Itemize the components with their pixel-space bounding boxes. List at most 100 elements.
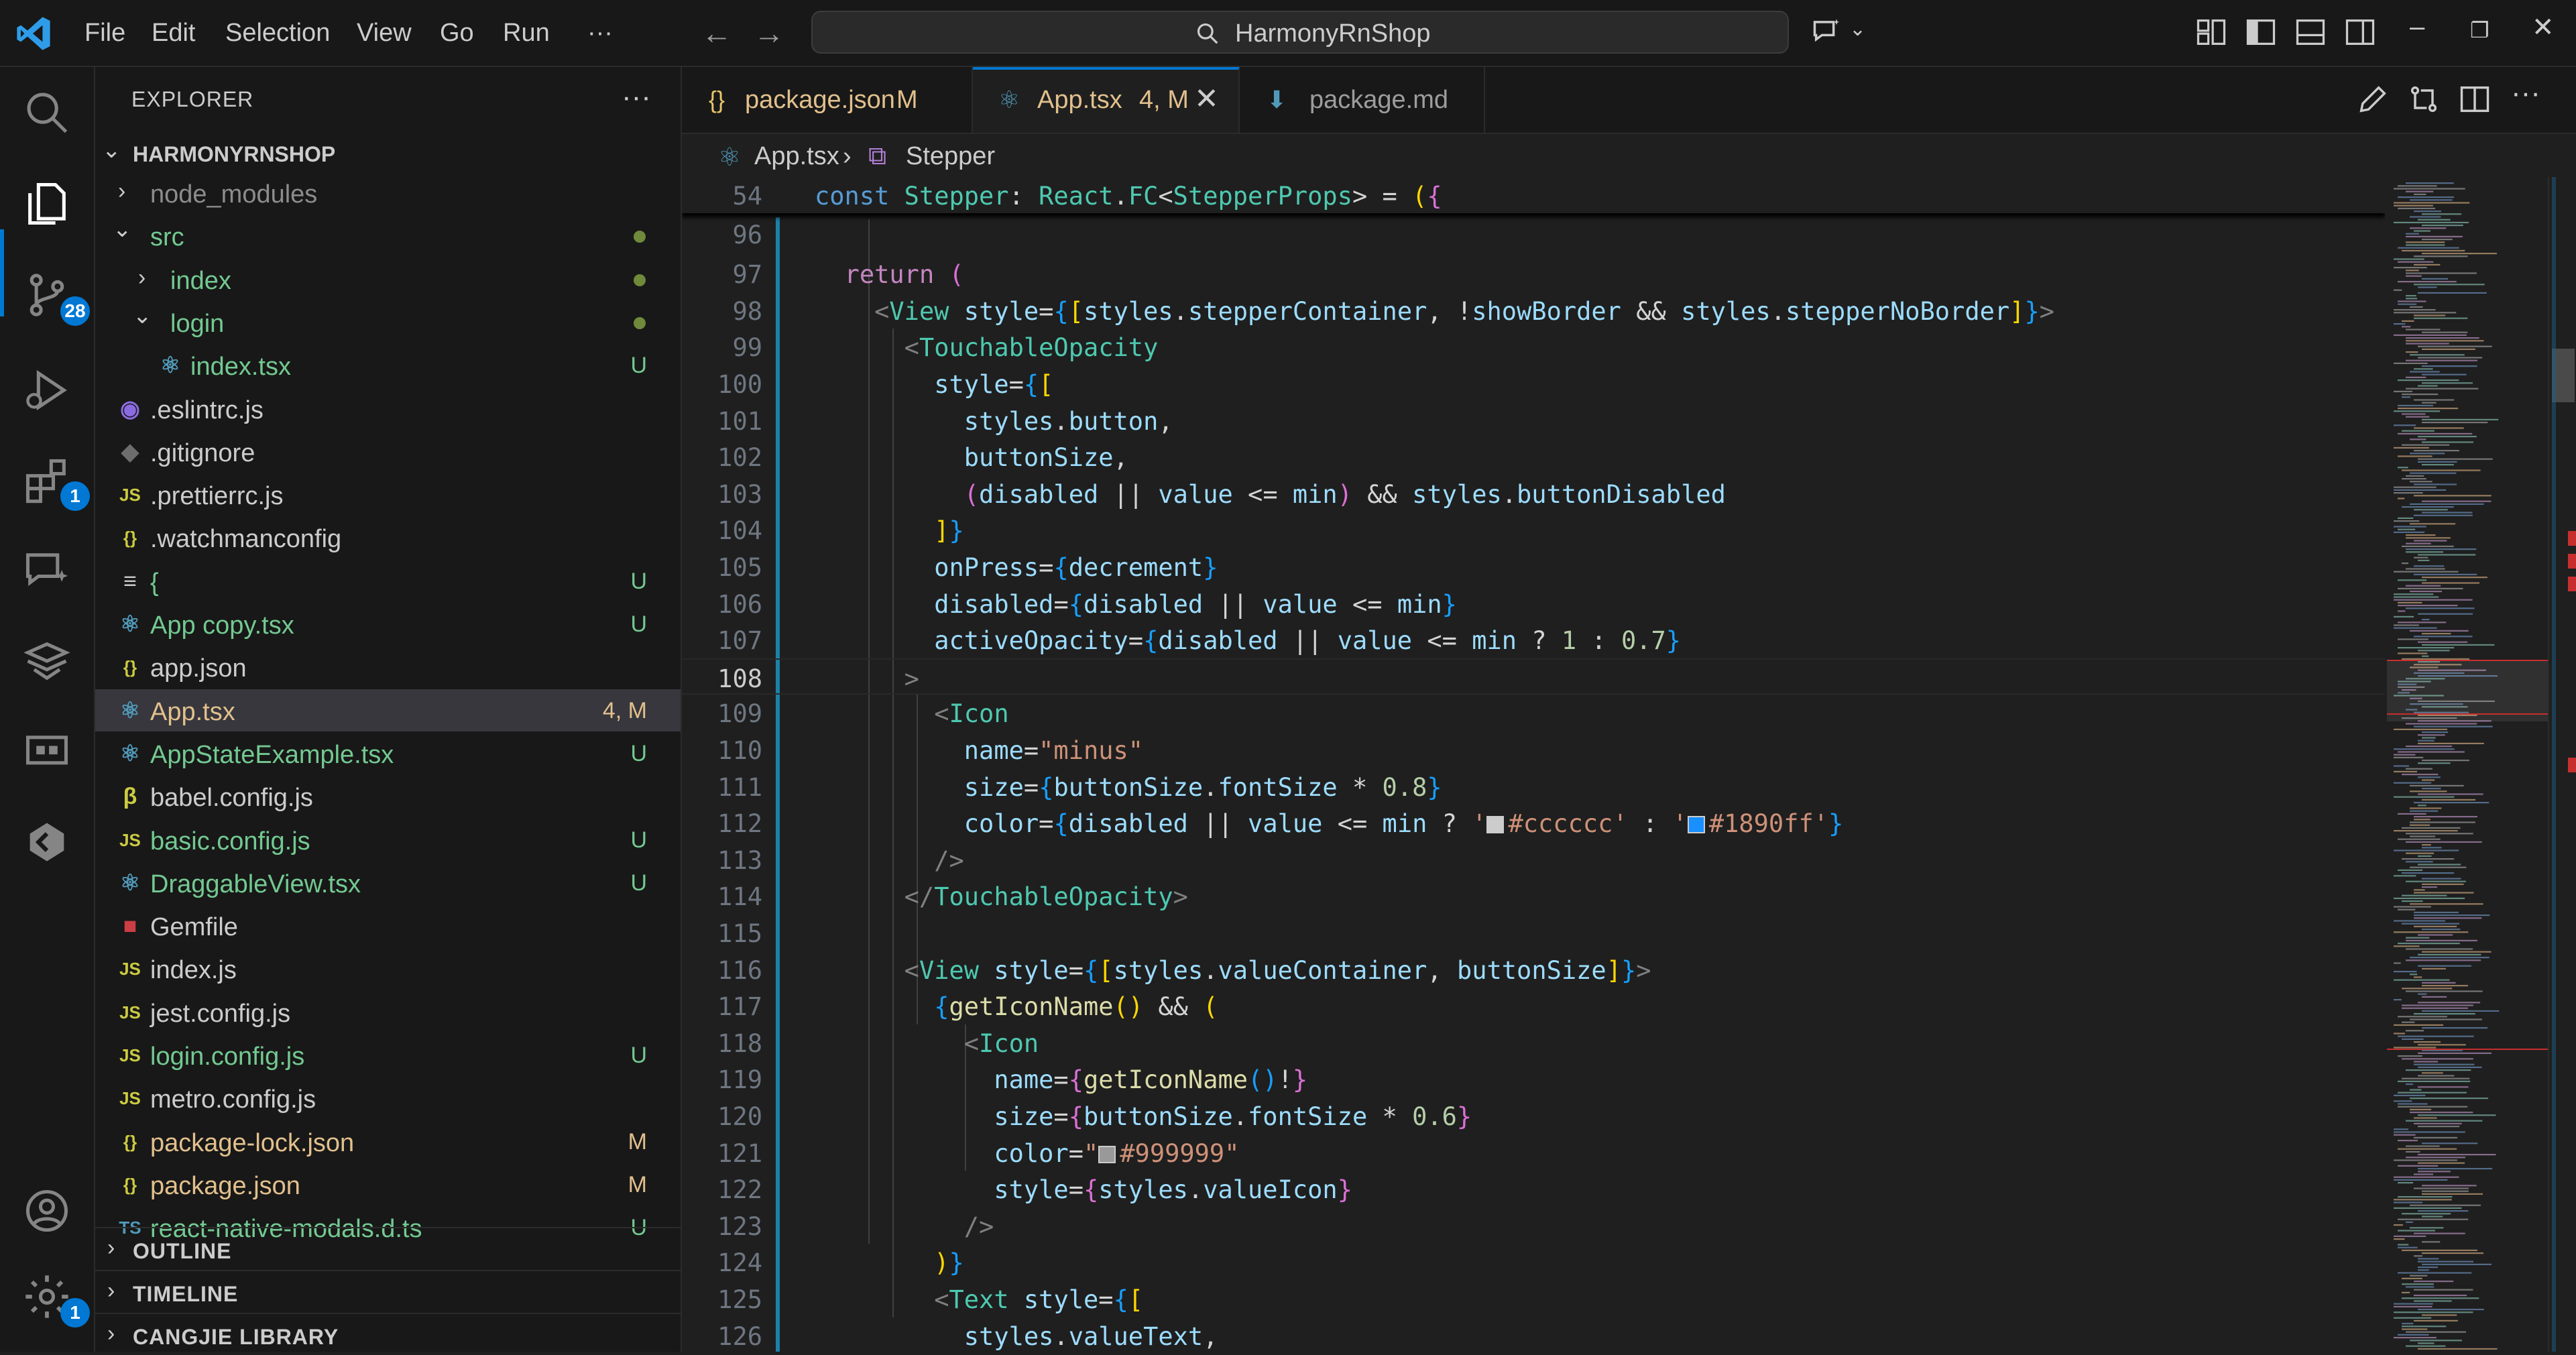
code-line[interactable]: 121 color=" #999999": [682, 1134, 2385, 1171]
vertical-scrollbar[interactable]: [2548, 177, 2576, 1352]
tree-folder[interactable]: ⌄ login: [95, 301, 681, 343]
outline-section[interactable]: › OUTLINE: [95, 1227, 681, 1271]
cangjie-icon[interactable]: [21, 817, 72, 868]
toggle-panel-icon[interactable]: [2293, 15, 2328, 50]
workspace-root[interactable]: ⌄ HARMONYRNSHOP: [95, 134, 681, 172]
code-line[interactable]: 104 ]}: [682, 512, 2385, 548]
menu-run[interactable]: Run: [503, 19, 550, 48]
minimap-viewport[interactable]: [2387, 660, 2548, 721]
code-line[interactable]: 122 style={styles.valueIcon}: [682, 1171, 2385, 1207]
tab-package-md[interactable]: ⬇ package.md: [1240, 67, 1485, 133]
tree-file[interactable]: ⚛ App.tsx 4, M: [95, 689, 681, 731]
code-line[interactable]: 101 styles.button,: [682, 402, 2385, 438]
close-tab-icon[interactable]: ✕: [1194, 82, 1219, 116]
harmony-devtools-icon[interactable]: [21, 636, 72, 687]
menu-more[interactable]: ···: [587, 19, 613, 48]
tree-file[interactable]: JS jest.config.js: [95, 991, 681, 1033]
code-line[interactable]: 97 return (: [682, 255, 2385, 292]
run-debug-icon[interactable]: [21, 365, 72, 416]
code-line[interactable]: 99 <TouchableOpacity: [682, 329, 2385, 365]
menu-go[interactable]: Go: [440, 19, 474, 48]
minimap[interactable]: [2387, 177, 2548, 1352]
tree-file[interactable]: β babel.config.js: [95, 775, 681, 817]
split-editor-icon[interactable]: [2457, 82, 2492, 117]
tree-file[interactable]: {} package.json M: [95, 1163, 681, 1205]
code-line[interactable]: 116 <View style={[styles.valueContainer,…: [682, 951, 2385, 988]
code-line[interactable]: 111 size={buttonSize.fontSize * 0.8}: [682, 768, 2385, 805]
code-line[interactable]: 103 (disabled || value <= min) && styles…: [682, 475, 2385, 512]
more-editor-actions-icon[interactable]: ···: [2511, 76, 2546, 111]
remote-explorer-icon[interactable]: [21, 727, 72, 778]
explorer-files-icon[interactable]: [21, 178, 72, 229]
edit-pencil-icon[interactable]: [2355, 82, 2390, 117]
menu-edit[interactable]: Edit: [152, 19, 195, 48]
extensions-icon[interactable]: 1: [21, 455, 90, 511]
breadcrumb-symbol[interactable]: Stepper: [906, 142, 995, 171]
account-icon[interactable]: [21, 1185, 72, 1236]
code-line[interactable]: 120 size={buttonSize.fontSize * 0.6}: [682, 1098, 2385, 1134]
tree-folder[interactable]: ⌄ src: [95, 215, 681, 257]
cangjie-library-section[interactable]: › CANGJIE LIBRARY: [95, 1313, 681, 1352]
menu-view[interactable]: View: [357, 19, 412, 48]
code-line[interactable]: 115: [682, 915, 2385, 951]
settings-gear-icon[interactable]: 1: [21, 1271, 90, 1328]
forward-arrow-icon[interactable]: →: [754, 15, 784, 51]
tree-folder[interactable]: › index: [95, 258, 681, 300]
code-line[interactable]: 124 )}: [682, 1244, 2385, 1280]
code-line[interactable]: 119 name={getIconName()!}: [682, 1061, 2385, 1097]
code-line[interactable]: 113 />: [682, 841, 2385, 878]
code-line[interactable]: 106 disabled={disabled || value <= min}: [682, 585, 2385, 622]
menu-file[interactable]: File: [84, 19, 125, 48]
back-arrow-icon[interactable]: ←: [701, 15, 732, 51]
color-swatch[interactable]: [1687, 816, 1705, 834]
code-line[interactable]: 108 >: [682, 658, 2385, 695]
code-line[interactable]: 114 </TouchableOpacity>: [682, 878, 2385, 914]
close-window-icon[interactable]: ✕: [2532, 12, 2555, 43]
search-view-icon[interactable]: [21, 87, 72, 138]
tree-folder[interactable]: › node_modules: [95, 172, 681, 214]
color-swatch[interactable]: [1098, 1145, 1116, 1163]
tree-file[interactable]: JS login.config.js U: [95, 1034, 681, 1076]
copilot-chat-icon[interactable]: [1810, 15, 1845, 50]
command-center-search[interactable]: HarmonyRnShop: [811, 11, 1789, 54]
chat-sparkle-icon[interactable]: [21, 544, 72, 595]
tab-app-tsx[interactable]: ⚛ App.tsx 4, M ✕: [973, 67, 1240, 133]
code-line[interactable]: 102 buttonSize,: [682, 438, 2385, 475]
customize-layout-icon[interactable]: [2194, 15, 2229, 50]
tree-file[interactable]: {} .watchmanconfig: [95, 516, 681, 558]
tree-file[interactable]: {} package-lock.json M: [95, 1120, 681, 1163]
code-line[interactable]: 107 activeOpacity={disabled || value <= …: [682, 622, 2385, 658]
code-line[interactable]: 126 styles.valueText,: [682, 1317, 2385, 1352]
chevron-down-icon[interactable]: ⌄: [1849, 17, 1866, 41]
code-line[interactable]: 123 />: [682, 1207, 2385, 1244]
tree-file[interactable]: ■ Gemfile: [95, 904, 681, 947]
code-line[interactable]: 100 style={[: [682, 365, 2385, 402]
code-line[interactable]: 105 onPress={decrement}: [682, 548, 2385, 585]
code-line[interactable]: 112 color={disabled || value <= min ? ' #…: [682, 805, 2385, 841]
tree-file[interactable]: ◉ .eslintrc.js: [95, 388, 681, 430]
tree-file[interactable]: ⚛ App copy.tsx U: [95, 603, 681, 645]
tree-file[interactable]: ⚛ index.tsx U: [95, 344, 681, 386]
tree-file[interactable]: JS basic.config.js U: [95, 819, 681, 861]
source-control-icon[interactable]: 28: [21, 270, 90, 326]
breadcrumb-file[interactable]: App.tsx: [754, 142, 839, 171]
tree-file[interactable]: {} app.json: [95, 646, 681, 688]
tree-file[interactable]: JS .prettierrc.js: [95, 473, 681, 516]
tree-file[interactable]: ⚛ DraggableView.tsx U: [95, 862, 681, 904]
toggle-secondary-sidebar-icon[interactable]: [2343, 15, 2378, 50]
tree-file[interactable]: ◆ .gitignore: [95, 430, 681, 473]
minimize-icon[interactable]: –: [2410, 12, 2424, 42]
color-swatch[interactable]: [1486, 816, 1505, 834]
code-line[interactable]: 110 name="minus": [682, 731, 2385, 768]
code-line[interactable]: 125 <Text style={[: [682, 1281, 2385, 1317]
tree-file[interactable]: JS metro.config.js: [95, 1077, 681, 1119]
open-changes-icon[interactable]: [2406, 82, 2441, 117]
code-line[interactable]: 96: [682, 216, 2385, 252]
code-editor[interactable]: 54 const Stepper: React.FC<StepperProps> …: [682, 177, 2385, 1352]
tab-package-json[interactable]: {} package.json M: [682, 67, 973, 133]
tree-file[interactable]: ≡ {U: [95, 560, 681, 602]
restore-icon[interactable]: ❐: [2470, 17, 2490, 43]
tree-file[interactable]: JS index.js: [95, 947, 681, 990]
code-line[interactable]: 118 <Icon: [682, 1024, 2385, 1061]
code-line[interactable]: 109 <Icon: [682, 695, 2385, 731]
